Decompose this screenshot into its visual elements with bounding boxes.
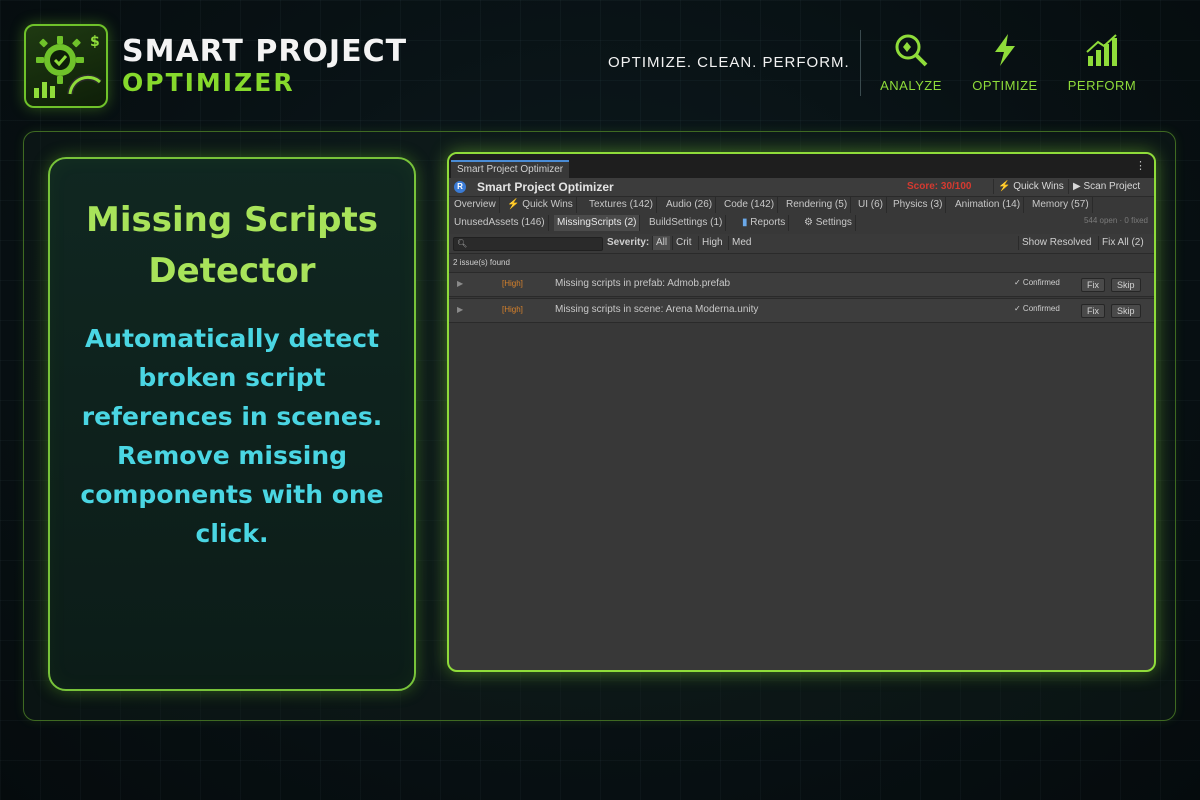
tab-unused-assets[interactable]: UnusedAssets (146)	[451, 215, 549, 231]
tab-build-settings[interactable]: BuildSettings (1)	[646, 215, 727, 231]
feature-label-perform: PERFORM	[1067, 78, 1137, 93]
tab-physics[interactable]: Physics (3)	[890, 197, 947, 213]
tab-code[interactable]: Code (142)	[721, 197, 779, 213]
severity-badge: [High]	[502, 305, 523, 314]
tabs-row-1: Overview ⚡ Quick Wins Textures (142) Aud…	[449, 197, 1154, 214]
skip-button[interactable]: Skip	[1111, 278, 1141, 292]
window-tab[interactable]: Smart Project Optimizer	[451, 160, 570, 180]
tab-audio[interactable]: Audio (26)	[663, 197, 717, 213]
severity-label: Severity:	[607, 237, 650, 248]
issue-message: Missing scripts in prefab: Admob.prefab	[555, 278, 731, 289]
card-title: Missing Scripts Detector	[86, 200, 378, 291]
lightning-icon	[995, 34, 1015, 66]
editor-window: Smart Project Optimizer ⋮ R Smart Projec…	[447, 152, 1156, 672]
tab-missing-scripts[interactable]: MissingScripts (2)	[554, 215, 641, 231]
severity-all-button[interactable]: All	[652, 236, 671, 250]
tab-memory[interactable]: Memory (57)	[1029, 197, 1093, 213]
tab-settings[interactable]: ⚙ Settings	[801, 215, 856, 231]
plugin-logo-icon: R	[454, 181, 466, 193]
kebab-menu-icon[interactable]: ⋮	[1135, 160, 1146, 172]
filter-bar: 🔍︎ Severity: All Crit High Med Show Reso…	[449, 234, 1154, 254]
fix-all-button[interactable]: Fix All (2)	[1098, 236, 1147, 250]
severity-crit-button[interactable]: Crit	[672, 236, 695, 250]
feature-optimize: OPTIMIZE	[955, 32, 1055, 93]
growth-chart-icon	[1086, 34, 1117, 66]
tab-textures[interactable]: Textures (142)	[586, 197, 657, 213]
logo-icon: $	[24, 24, 108, 108]
lightning-icon: ⚡	[507, 199, 520, 210]
tagline: OPTIMIZE. CLEAN. PERFORM.	[608, 54, 850, 71]
brand-subtitle: OPTIMIZER	[122, 68, 295, 97]
issue-count: 2 issue(s) found	[453, 258, 510, 267]
status-summary: 544 open · 0 fixed	[1083, 216, 1148, 225]
tab-animation[interactable]: Animation (14)	[952, 197, 1025, 213]
search-icon: 🔍︎	[457, 239, 468, 248]
search-input[interactable]: 🔍︎	[453, 237, 603, 251]
quick-wins-label: Quick Wins	[1013, 181, 1064, 192]
plugin-title: Smart Project Optimizer	[477, 180, 614, 194]
tab-rendering[interactable]: Rendering (5)	[783, 197, 852, 213]
gear-gauge-logo-icon: $	[34, 34, 103, 98]
show-resolved-button[interactable]: Show Resolved	[1018, 236, 1094, 250]
fix-button[interactable]: Fix	[1081, 304, 1105, 318]
table-row[interactable]: ▶ [High] Missing scripts in scene: Arena…	[449, 298, 1154, 323]
info-card: Missing Scripts Detector Automatically d…	[48, 157, 416, 691]
tab-quick-wins[interactable]: ⚡ Quick Wins	[504, 197, 577, 213]
svg-text:$: $	[90, 34, 100, 50]
scan-project-label: Scan Project	[1083, 181, 1141, 192]
feature-perform: PERFORM	[1052, 32, 1152, 93]
severity-med-button[interactable]: Med	[728, 236, 754, 250]
bar-chart-icon: ▮	[742, 217, 748, 228]
fix-button[interactable]: Fix	[1081, 278, 1105, 292]
tabs-row-2: UnusedAssets (146) MissingScripts (2) Bu…	[449, 215, 1154, 232]
play-icon: ▶	[1073, 181, 1081, 192]
feature-label-optimize: OPTIMIZE	[972, 78, 1038, 93]
magnify-icon	[895, 34, 928, 67]
confirmed-status: ✓ Confirmed	[1014, 278, 1060, 287]
table-row[interactable]: ▶ [High] Missing scripts in prefab: Admo…	[449, 272, 1154, 297]
card-description: Automatically detect broken script refer…	[80, 324, 384, 548]
tab-reports[interactable]: ▮ Reports	[739, 215, 790, 231]
tab-quick-wins-label: Quick Wins	[522, 199, 573, 210]
quick-wins-button[interactable]: ⚡ Quick Wins	[993, 179, 1068, 194]
tab-ui[interactable]: UI (6)	[855, 197, 887, 213]
issue-message: Missing scripts in scene: Arena Moderna.…	[555, 304, 759, 315]
feature-label-analyze: ANALYZE	[880, 78, 942, 93]
feature-analyze: ANALYZE	[861, 32, 961, 93]
lightning-icon: ⚡	[998, 181, 1011, 192]
skip-button[interactable]: Skip	[1111, 304, 1141, 318]
score-label: Score: 30/100	[907, 181, 972, 192]
window-titlebar: Smart Project Optimizer ⋮	[449, 154, 1154, 180]
severity-high-button[interactable]: High	[698, 236, 726, 250]
tab-settings-label: Settings	[815, 217, 852, 228]
brand-title: SMART PROJECT	[122, 34, 408, 69]
severity-badge: [High]	[502, 279, 523, 288]
plugin-toolbar: R Smart Project Optimizer Score: 30/100 …	[449, 178, 1154, 197]
tab-reports-label: Reports	[750, 217, 786, 228]
tab-overview[interactable]: Overview	[451, 197, 500, 213]
expand-arrow-icon[interactable]: ▶	[457, 305, 463, 314]
confirmed-status: ✓ Confirmed	[1014, 304, 1060, 313]
scan-project-button[interactable]: ▶ Scan Project	[1068, 179, 1144, 194]
expand-arrow-icon[interactable]: ▶	[457, 279, 463, 288]
gear-icon: ⚙	[804, 217, 813, 228]
